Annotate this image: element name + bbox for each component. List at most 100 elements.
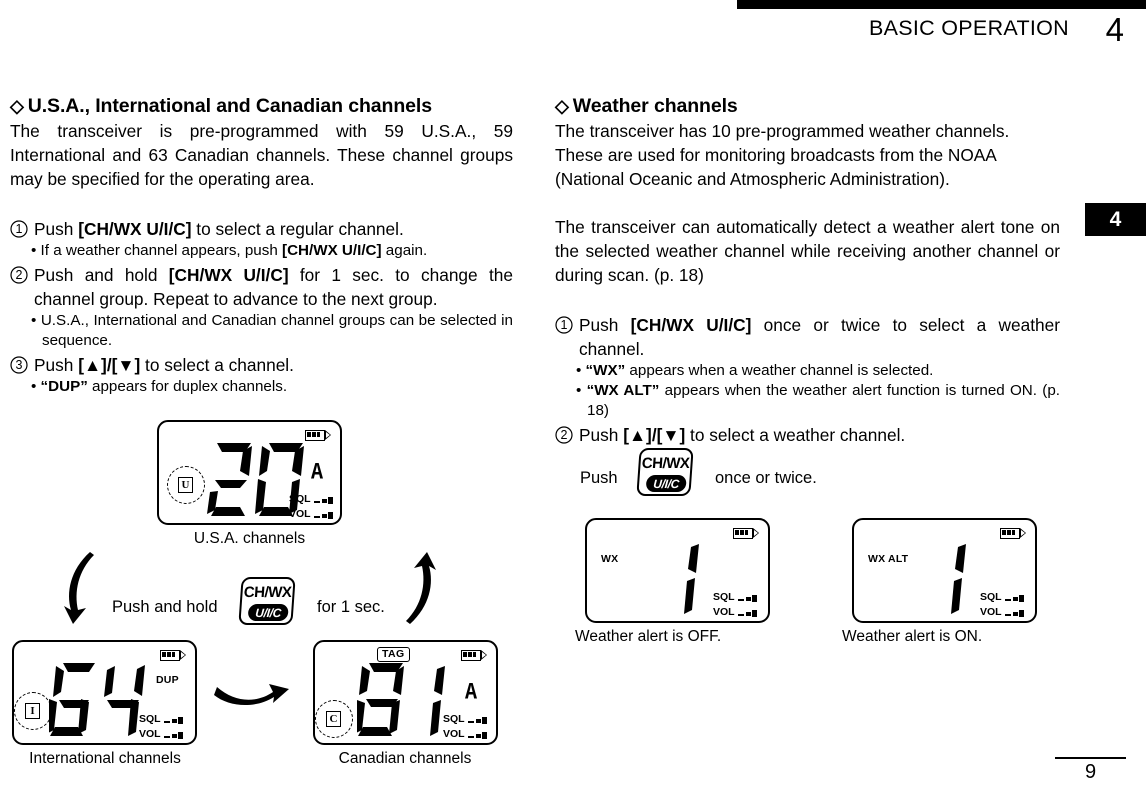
step-2-bullet-1-a: • U.S.A., International and Canadian cha…: [31, 312, 513, 349]
step-1-text-b: to select a regular channel.: [191, 219, 404, 239]
chapter-tab: 4: [1085, 203, 1146, 236]
key-uic-label: U/I/C: [247, 604, 289, 621]
seven-segment-intl: [46, 663, 145, 736]
arrow-right-up-icon: [406, 552, 436, 624]
caption-weather-alert-off: Weather alert is OFF.: [575, 628, 722, 645]
key-chwx-uic-weather[interactable]: CH/WX U/I/C: [636, 448, 694, 496]
lcd-usa-channels: U A SQL VOL: [157, 420, 342, 525]
step-w1-bullet-1-key: “WX”: [585, 362, 626, 379]
channel-suffix-usa: A: [311, 460, 323, 486]
figure-weather-channels: Push CH/WX U/I/C once or twice. WX SQL V…: [555, 430, 1075, 660]
page-title: BASIC OPERATION: [868, 16, 1069, 40]
section-heading-weather: ◇ Weather channels: [555, 95, 1060, 118]
channel-suffix-usa-text: A: [311, 460, 324, 487]
group-indicator-intl: I: [14, 692, 52, 730]
key-uic-label-weather: U/I/C: [645, 475, 687, 492]
caption-weather-alert-on: Weather alert is ON.: [842, 628, 983, 645]
footer-rule: [1055, 757, 1126, 759]
channel-suffix-canada-text: A: [465, 680, 478, 707]
vol-label-wx-on: VOL: [980, 606, 1002, 618]
sql-label-usa: SQL: [289, 493, 311, 505]
group-indicator-usa: U: [167, 466, 205, 504]
sql-label-canada: SQL: [443, 713, 465, 725]
key-chwx-uic-hold[interactable]: CH/WX U/I/C: [238, 577, 296, 625]
step-1-key: [CH/WX U/I/C]: [78, 219, 192, 239]
step-w1-bullet-1-b: appears when a weather channel is select…: [625, 362, 934, 379]
channel-digits-wx-on: [936, 538, 980, 621]
seven-segment-wx-off: [684, 544, 699, 614]
for-1-sec-label: for 1 sec.: [317, 598, 385, 616]
vol-label-wx-off: VOL: [713, 606, 735, 618]
step-2-bullet-1: • U.S.A., International and Canadian cha…: [10, 311, 513, 351]
wx-alt-indicator-on: WX ALT: [868, 553, 909, 565]
step-number-1: 1: [15, 222, 23, 236]
push-and-hold-label: Push and hold: [112, 598, 218, 616]
page-number: 9: [1084, 761, 1097, 783]
step-3-bullet-1-a: •: [31, 378, 41, 395]
step-3-usa: 3 Push [▲]/[▼] to select a channel.: [10, 353, 513, 377]
vol-label-canada: VOL: [443, 728, 465, 740]
caption-usa-channels: U.S.A. channels: [193, 530, 306, 547]
step-w1-bullet-2-key: “WX ALT”: [586, 382, 660, 399]
once-or-twice-label: once or twice.: [715, 469, 817, 487]
seven-segment-usa: [207, 443, 304, 516]
arrow-left-down-icon: [64, 552, 94, 624]
arrow-right-icon: [214, 684, 289, 706]
battery-icon-wx-off: [733, 528, 759, 539]
seven-segment-wx-on: [951, 544, 966, 614]
step-3-bullet-1-b: appears for duplex channels.: [87, 378, 288, 395]
step-3-key: [▲]/[▼]: [78, 355, 141, 375]
group-indicator-canada: C: [315, 700, 353, 738]
header-rule: [737, 0, 1146, 9]
step-number-3: 3: [15, 358, 23, 372]
step-2-usa: 2 Push and hold [CH/WX U/I/C] for 1 sec.…: [10, 263, 513, 311]
step-w1-bullet-2: • “WX ALT” appears when the weather aler…: [555, 381, 1060, 421]
step-3-text-a: Push: [34, 355, 79, 375]
battery-icon-intl: [160, 650, 186, 661]
dup-indicator-intl: DUP: [156, 674, 179, 686]
key-chwx-label: CH/WX: [243, 584, 292, 601]
battery-icon-canada: [461, 650, 487, 661]
step-w1-bullet-1-a: •: [576, 362, 586, 379]
left-column: ◇ U.S.A., International and Canadian chan…: [10, 95, 513, 397]
step-number-circle-w1: 1: [555, 313, 574, 334]
step-number-w1: 1: [560, 318, 568, 332]
step-1-text-a: Push: [34, 219, 79, 239]
caption-international-channels: International channels: [29, 750, 181, 767]
group-indicator-intl-letter: I: [25, 703, 40, 719]
step-number-2: 2: [15, 268, 23, 282]
spacer-weather: [555, 191, 1060, 215]
push-label-weather: Push: [580, 469, 618, 487]
step-2-key: [CH/WX U/I/C]: [168, 265, 289, 285]
step-number-circle-3: 3: [10, 353, 29, 374]
battery-icon-wx-on: [1000, 528, 1026, 539]
step-1-weather: 1 Push [CH/WX U/I/C] once or twice to se…: [555, 313, 1060, 361]
sql-label-wx-on: SQL: [980, 591, 1002, 603]
header-chapter-number: 4: [1105, 11, 1124, 48]
diamond-icon: ◇: [10, 96, 24, 116]
diamond-icon-weather: ◇: [555, 96, 569, 116]
step-1-bullet-1-key: [CH/WX U/I/C]: [282, 242, 382, 259]
step-w1-text-a: Push: [579, 315, 631, 335]
caption-canadian-channels: Canadian channels: [338, 750, 472, 767]
step-w1-key: [CH/WX U/I/C]: [630, 315, 752, 335]
vol-label-usa: VOL: [289, 508, 311, 520]
lcd-weather-alert-on: WX ALT SQL VOL: [852, 518, 1037, 623]
step-number-circle-1: 1: [10, 217, 29, 238]
sql-label-intl: SQL: [139, 713, 161, 725]
step-3-text-b: to select a channel.: [140, 355, 294, 375]
wx-indicator-off: WX: [601, 553, 619, 565]
step-1-bullet-1-b: again.: [381, 242, 428, 259]
seven-segment-canada: [354, 663, 445, 736]
sql-label-wx-off: SQL: [713, 591, 735, 603]
lcd-international-channels: I DUP SQL VOL: [12, 640, 197, 745]
step-number-circle-2: 2: [10, 263, 29, 284]
step-1-bullet-1: • If a weather channel appears, push [CH…: [10, 241, 513, 261]
group-indicator-usa-letter: U: [178, 477, 193, 493]
intro-weather-2-page-ref: (p. 18): [653, 265, 704, 285]
section-heading-weather-label: Weather channels: [572, 95, 738, 117]
group-indicator-canada-letter: C: [326, 711, 341, 727]
intro-paragraph-weather-2: The transceiver can automatically detect…: [555, 215, 1060, 287]
figure-channel-groups: U A SQL VOL U.S.A. channels Push and hol…: [0, 415, 520, 767]
